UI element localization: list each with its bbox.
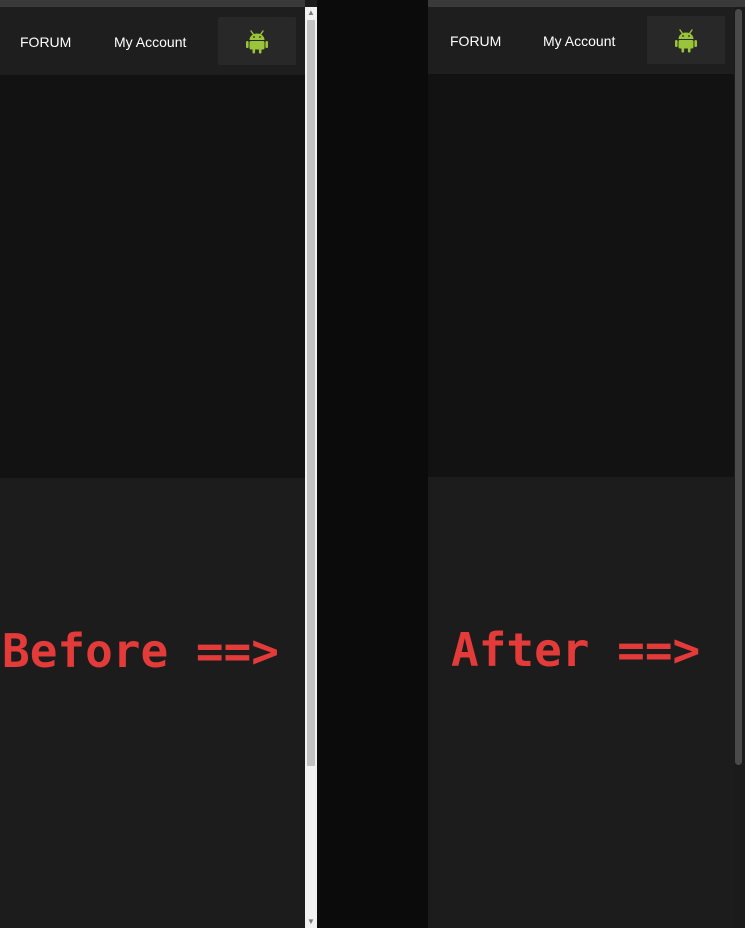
page-scrollbar[interactable]	[734, 7, 745, 928]
nav-forum-link[interactable]: FORUM	[20, 34, 71, 50]
scrollbar-thumb[interactable]	[735, 9, 742, 765]
nav-my-account-link[interactable]: My Account	[114, 34, 186, 50]
content-area	[0, 478, 305, 928]
android-icon	[246, 30, 268, 54]
after-caption: After ==>	[451, 623, 701, 677]
panel-divider	[317, 0, 428, 928]
before-caption: Before ==>	[2, 624, 279, 678]
hero-banner	[428, 74, 734, 477]
content-area	[428, 477, 734, 928]
nav-forum-link[interactable]: FORUM	[450, 33, 501, 49]
after-panel: FORUM My Account After ==>	[428, 0, 745, 928]
nav-my-account-link[interactable]: My Account	[543, 33, 615, 49]
android-app-button[interactable]	[647, 16, 725, 64]
hero-banner	[0, 75, 305, 478]
scroll-down-arrow-icon[interactable]: ▼	[305, 916, 317, 928]
android-icon	[675, 29, 697, 53]
window-top-strip	[428, 0, 745, 7]
navbar: FORUM My Account	[428, 7, 734, 74]
before-panel: FORUM My Account Before ==> ▲ ▼	[0, 0, 317, 928]
navbar: FORUM My Account	[0, 7, 305, 75]
scrollbar-thumb[interactable]	[307, 20, 315, 766]
android-app-button[interactable]	[218, 17, 296, 65]
scroll-up-arrow-icon[interactable]: ▲	[305, 7, 317, 19]
window-top-strip	[0, 0, 305, 7]
page-scrollbar[interactable]: ▲ ▼	[305, 7, 317, 928]
